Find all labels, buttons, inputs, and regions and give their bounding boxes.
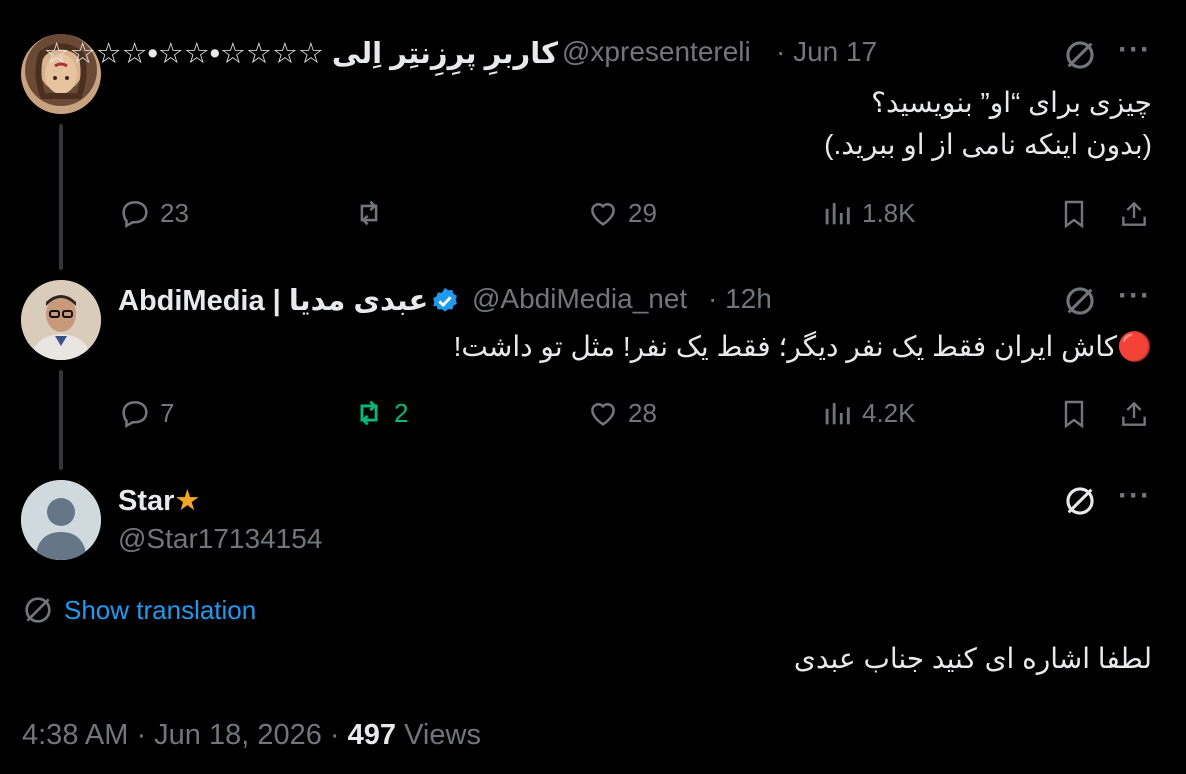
like-button[interactable]: 28 bbox=[586, 396, 657, 430]
reply-icon bbox=[122, 401, 148, 428]
tweet-text: 🔴کاش ایران فقط یک نفر دیگر؛ فقط یک نفر! … bbox=[453, 331, 1152, 362]
author-handle[interactable]: @xpresentereli bbox=[562, 36, 751, 68]
show-translation-label[interactable]: Show translation bbox=[64, 595, 256, 626]
heart-icon bbox=[591, 403, 615, 426]
repost-button[interactable] bbox=[352, 196, 394, 230]
like-count: 28 bbox=[628, 397, 657, 428]
reply-count: 7 bbox=[160, 397, 175, 428]
like-count: 29 bbox=[628, 197, 657, 228]
tweet-text: (بدون اینکه نامی از او ببرید.) bbox=[824, 129, 1152, 160]
avatar[interactable] bbox=[21, 480, 101, 560]
analytics-icon bbox=[825, 403, 850, 425]
thread-connector bbox=[59, 370, 63, 470]
analytics-icon bbox=[825, 203, 850, 225]
like-button[interactable]: 29 bbox=[586, 196, 657, 230]
reply-count: 23 bbox=[160, 197, 189, 228]
bookmark-icon[interactable] bbox=[1056, 196, 1092, 232]
author-name-text: Star bbox=[118, 485, 175, 517]
repost-icon bbox=[360, 400, 378, 426]
view-count: 4.2K bbox=[862, 397, 916, 428]
views-button[interactable]: 1.8K bbox=[820, 196, 916, 230]
tweet-meta: 4:38 AM · Jun 18, 2026 · 497 Views bbox=[22, 719, 481, 752]
thread-connector bbox=[59, 124, 63, 270]
heart-icon bbox=[591, 203, 615, 226]
author-handle[interactable]: @AbdiMedia_net bbox=[472, 283, 687, 315]
reply-button[interactable]: 7 bbox=[118, 396, 174, 430]
view-count: 1.8K bbox=[862, 197, 916, 228]
grok-icon[interactable] bbox=[1061, 482, 1099, 520]
star-icon: ★ bbox=[174, 485, 201, 517]
repost-button[interactable]: 2 bbox=[352, 396, 408, 430]
grok-icon[interactable] bbox=[1061, 282, 1099, 320]
repost-count: 2 bbox=[394, 397, 409, 428]
avatar[interactable] bbox=[21, 280, 101, 360]
author-name[interactable]: AbdiMedia | عبدی مدیا bbox=[118, 283, 428, 318]
verified-badge-icon bbox=[430, 286, 460, 317]
tweet-time[interactable]: · Jun 17 bbox=[776, 36, 877, 68]
share-icon[interactable] bbox=[1116, 396, 1152, 432]
reply-icon bbox=[122, 201, 148, 228]
author-name[interactable]: Star★ bbox=[118, 483, 200, 518]
tweet-text: لطفا اشاره ای کنید جناب عبدی bbox=[793, 643, 1152, 674]
translate-icon bbox=[25, 597, 51, 623]
more-options-icon[interactable]: ··· bbox=[1118, 481, 1151, 511]
views-button[interactable]: 4.2K bbox=[820, 396, 916, 430]
more-options-icon[interactable]: ··· bbox=[1118, 281, 1151, 311]
tweet-time[interactable]: · 12h bbox=[708, 283, 772, 315]
views-count: 497 bbox=[347, 719, 397, 751]
reply-button[interactable]: 23 bbox=[118, 196, 189, 230]
tweet-timestamp[interactable]: 4:38 AM · Jun 18, 2026 · bbox=[22, 719, 340, 751]
grok-icon[interactable] bbox=[1061, 36, 1099, 74]
share-icon[interactable] bbox=[1116, 196, 1152, 232]
bookmark-icon[interactable] bbox=[1056, 396, 1092, 432]
author-name[interactable]: کاربرِ پرِزِنتِر اِلی ☆☆☆☆•☆☆•☆☆☆☆ bbox=[44, 36, 558, 71]
more-options-icon[interactable]: ··· bbox=[1118, 35, 1151, 65]
show-translation-button[interactable]: Show translation bbox=[22, 594, 256, 626]
views-label: Views bbox=[404, 719, 481, 751]
repost-icon bbox=[360, 200, 378, 226]
tweet-text: چیزی برای “او” بنویسید؟ bbox=[871, 87, 1152, 118]
author-handle[interactable]: @Star17134154 bbox=[118, 523, 322, 555]
